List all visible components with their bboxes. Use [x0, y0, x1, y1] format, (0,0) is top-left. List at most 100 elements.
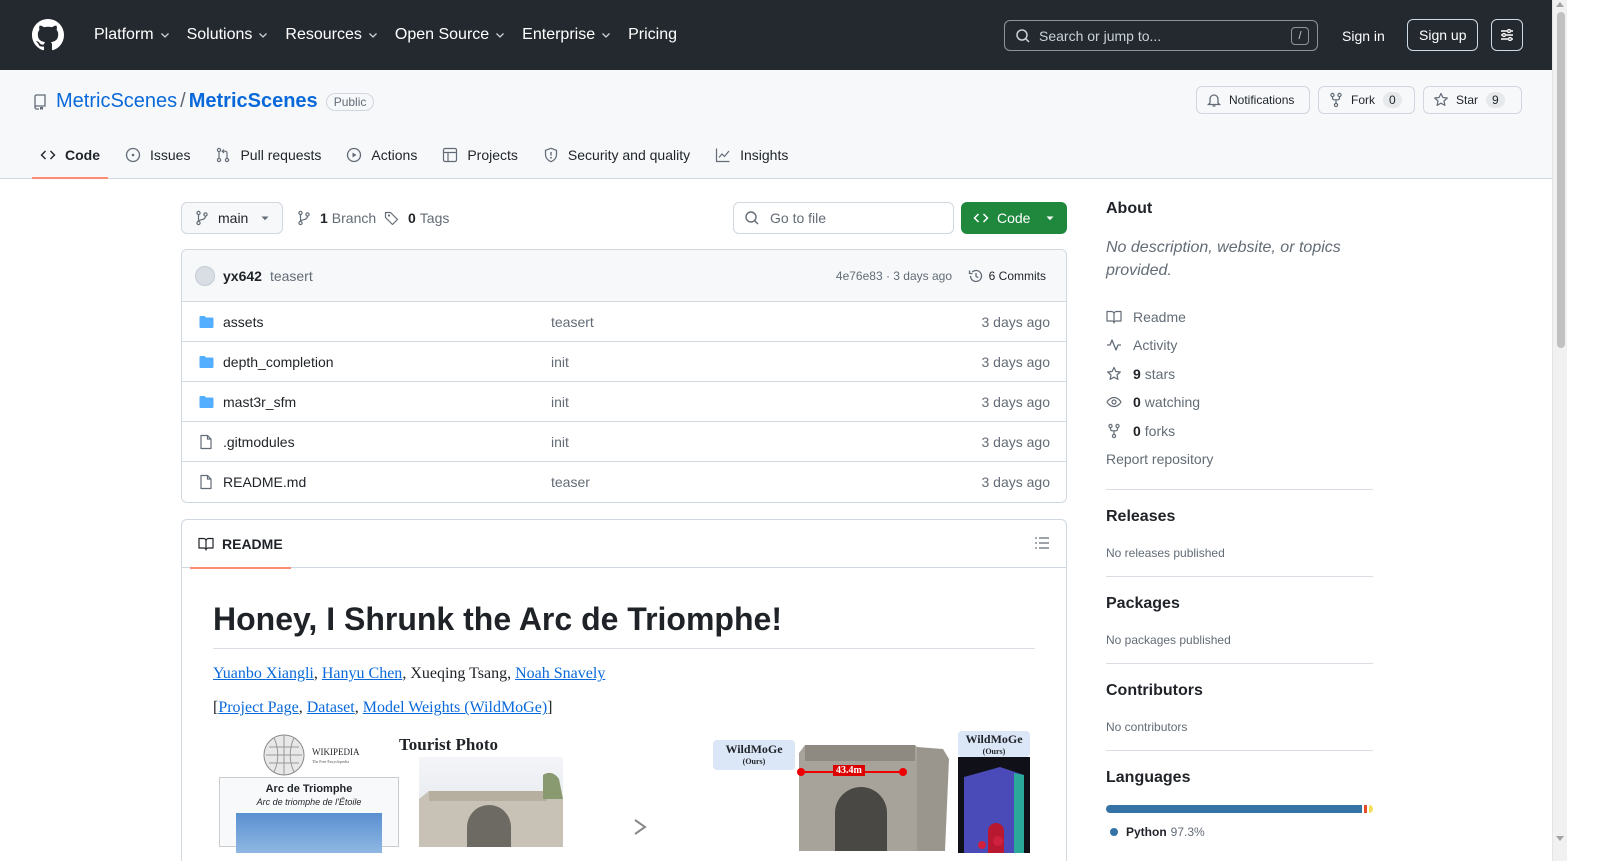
tab-issues[interactable]: Issues — [117, 136, 198, 174]
tab-actions[interactable]: Actions — [338, 136, 425, 174]
nav-enterprise[interactable]: Enterprise — [514, 19, 620, 51]
author-link[interactable]: Hanyu Chen — [322, 665, 402, 682]
readme-links: [Project Page, Dataset, Model Weights (W… — [213, 699, 553, 717]
author-link[interactable]: Yuanbo Xiangli — [213, 665, 314, 682]
tab-label: Issues — [150, 147, 191, 163]
branch-select[interactable]: main — [181, 202, 283, 234]
star-icon — [1107, 366, 1121, 380]
file-row[interactable]: depth_completion init 3 days ago — [182, 342, 1066, 382]
commit-author-link[interactable]: yx642 — [223, 268, 262, 284]
scrollbar-thumb[interactable] — [1557, 12, 1565, 348]
file-commit-message[interactable]: init — [551, 394, 569, 410]
repo-separator: / — [180, 90, 186, 112]
file-row[interactable]: .gitmodules init 3 days ago — [182, 422, 1066, 462]
scroll-up-arrow-icon[interactable] — [1556, 2, 1564, 7]
readme-link[interactable]: Readme — [1106, 302, 1373, 331]
commit-message-link[interactable]: teasert — [270, 268, 313, 284]
stars-link[interactable]: 9 stars — [1106, 359, 1373, 388]
repo-name-link[interactable]: MetricScenes — [189, 90, 318, 113]
go-to-file-input[interactable]: Go to file — [733, 202, 954, 234]
tab-pull-requests[interactable]: Pull requests — [207, 136, 329, 174]
fork-button[interactable]: Fork 0 — [1318, 86, 1415, 114]
search-icon — [745, 211, 759, 225]
arch-drawing — [419, 773, 563, 848]
tab-code[interactable]: Code — [32, 136, 108, 179]
activity-link[interactable]: Activity — [1106, 331, 1373, 360]
wikipedia-article-subtitle: Arc de triomphe de l'Étoile — [256, 797, 362, 808]
packages-empty: No packages published — [1106, 633, 1231, 648]
commits-link[interactable]: 6 Commits — [968, 268, 1046, 284]
nav-platform[interactable]: Platform — [86, 19, 179, 51]
nav-resources[interactable]: Resources — [277, 19, 386, 51]
menu-button[interactable] — [1491, 19, 1523, 51]
file-name-link[interactable]: depth_completion — [223, 354, 334, 370]
global-search-input[interactable]: Search or jump to... / — [1004, 20, 1318, 51]
language-percent: 97.3% — [1170, 825, 1205, 840]
sign-in-link[interactable]: Sign in — [1330, 20, 1397, 51]
bell-icon — [1206, 94, 1222, 107]
file-date: 3 days ago — [981, 474, 1051, 490]
author-link[interactable]: Noah Snavely — [515, 665, 605, 682]
file-commit-message[interactable]: init — [551, 354, 569, 370]
tab-security[interactable]: Security and quality — [535, 136, 698, 174]
file-name-link[interactable]: .gitmodules — [223, 434, 295, 450]
tags-link[interactable]: 0 Tags — [384, 210, 449, 226]
global-header: Platform Solutions Resources Open Source… — [0, 0, 1552, 70]
packages-heading[interactable]: Packages — [1106, 595, 1373, 613]
commit-hash-time[interactable]: 4e76e83 · 3 days ago — [836, 269, 952, 283]
file-row[interactable]: assets teasert 3 days ago — [182, 302, 1066, 342]
scroll-down-arrow-icon[interactable] — [1556, 836, 1564, 841]
page-scrollbar[interactable] — [1552, 0, 1567, 861]
code-icon — [40, 150, 56, 160]
list-icon[interactable] — [1034, 535, 1050, 551]
tab-label: Pull requests — [240, 147, 322, 163]
language-bar-segment — [1368, 805, 1373, 814]
repo-owner-link[interactable]: MetricScenes — [56, 90, 177, 113]
star-label: Star — [1456, 93, 1479, 107]
tab-projects[interactable]: Projects — [434, 136, 526, 174]
file-name-link[interactable]: assets — [223, 314, 263, 330]
page-margin — [1567, 0, 1600, 861]
nav-pricing[interactable]: Pricing — [620, 19, 685, 51]
author-name: Xueqing Tsang — [410, 665, 508, 683]
folder-icon — [199, 355, 214, 368]
search-placeholder: Search or jump to... — [1039, 27, 1162, 44]
tab-readme[interactable]: README — [190, 520, 291, 569]
code-dropdown-button[interactable]: Code — [961, 202, 1067, 234]
file-row[interactable]: mast3r_sfm init 3 days ago — [182, 382, 1066, 422]
repo-icon — [34, 93, 46, 110]
releases-heading[interactable]: Releases — [1106, 508, 1373, 526]
tab-insights[interactable]: Insights — [707, 136, 796, 174]
project-page-link[interactable]: Project Page — [218, 699, 298, 716]
model-weights-link[interactable]: Model Weights (WildMoGe) — [363, 699, 547, 716]
avatar[interactable] — [195, 265, 215, 286]
file-commit-message[interactable]: teasert — [551, 314, 594, 330]
nav-open-source[interactable]: Open Source — [387, 19, 514, 51]
dataset-link[interactable]: Dataset — [307, 699, 355, 716]
file-row[interactable]: README.md teaser 3 days ago — [182, 462, 1066, 502]
watching-link[interactable]: 0 watching — [1106, 388, 1373, 417]
star-button[interactable]: Star 9 — [1423, 86, 1522, 114]
forks-link[interactable]: 0 forks — [1106, 416, 1373, 445]
nav-solutions[interactable]: Solutions — [179, 19, 278, 51]
file-name-link[interactable]: README.md — [223, 474, 306, 490]
wikipedia-panel: WIKIPEDIA The Free Encyclopedia Arc de T… — [219, 733, 399, 854]
wikipedia-infobox: Arc de Triomphe Arc de triomphe de l'Éto… — [219, 777, 399, 854]
file-name-link[interactable]: mast3r_sfm — [223, 394, 296, 410]
contributors-heading[interactable]: Contributors — [1106, 682, 1373, 700]
sign-up-button[interactable]: Sign up — [1407, 19, 1479, 51]
point-cloud-arch — [799, 741, 951, 852]
github-logo-icon[interactable] — [32, 19, 64, 51]
file-commit-message[interactable]: teaser — [551, 474, 590, 490]
folder-icon — [199, 395, 214, 408]
report-repository-link[interactable]: Report repository — [1106, 445, 1373, 474]
notifications-button[interactable]: Notifications — [1196, 86, 1310, 114]
branches-link[interactable]: 1 Branch — [296, 210, 376, 226]
file-commit-message[interactable]: init — [551, 434, 569, 450]
sliders-icon — [1501, 29, 1513, 41]
chevron-down-icon — [368, 33, 377, 38]
repo-sidebar: About No description, website, or topics… — [1106, 200, 1373, 839]
language-item[interactable]: Python 97.3% — [1106, 825, 1373, 839]
global-nav: Platform Solutions Resources Open Source… — [86, 19, 685, 51]
nav-label: Pricing — [628, 26, 677, 43]
